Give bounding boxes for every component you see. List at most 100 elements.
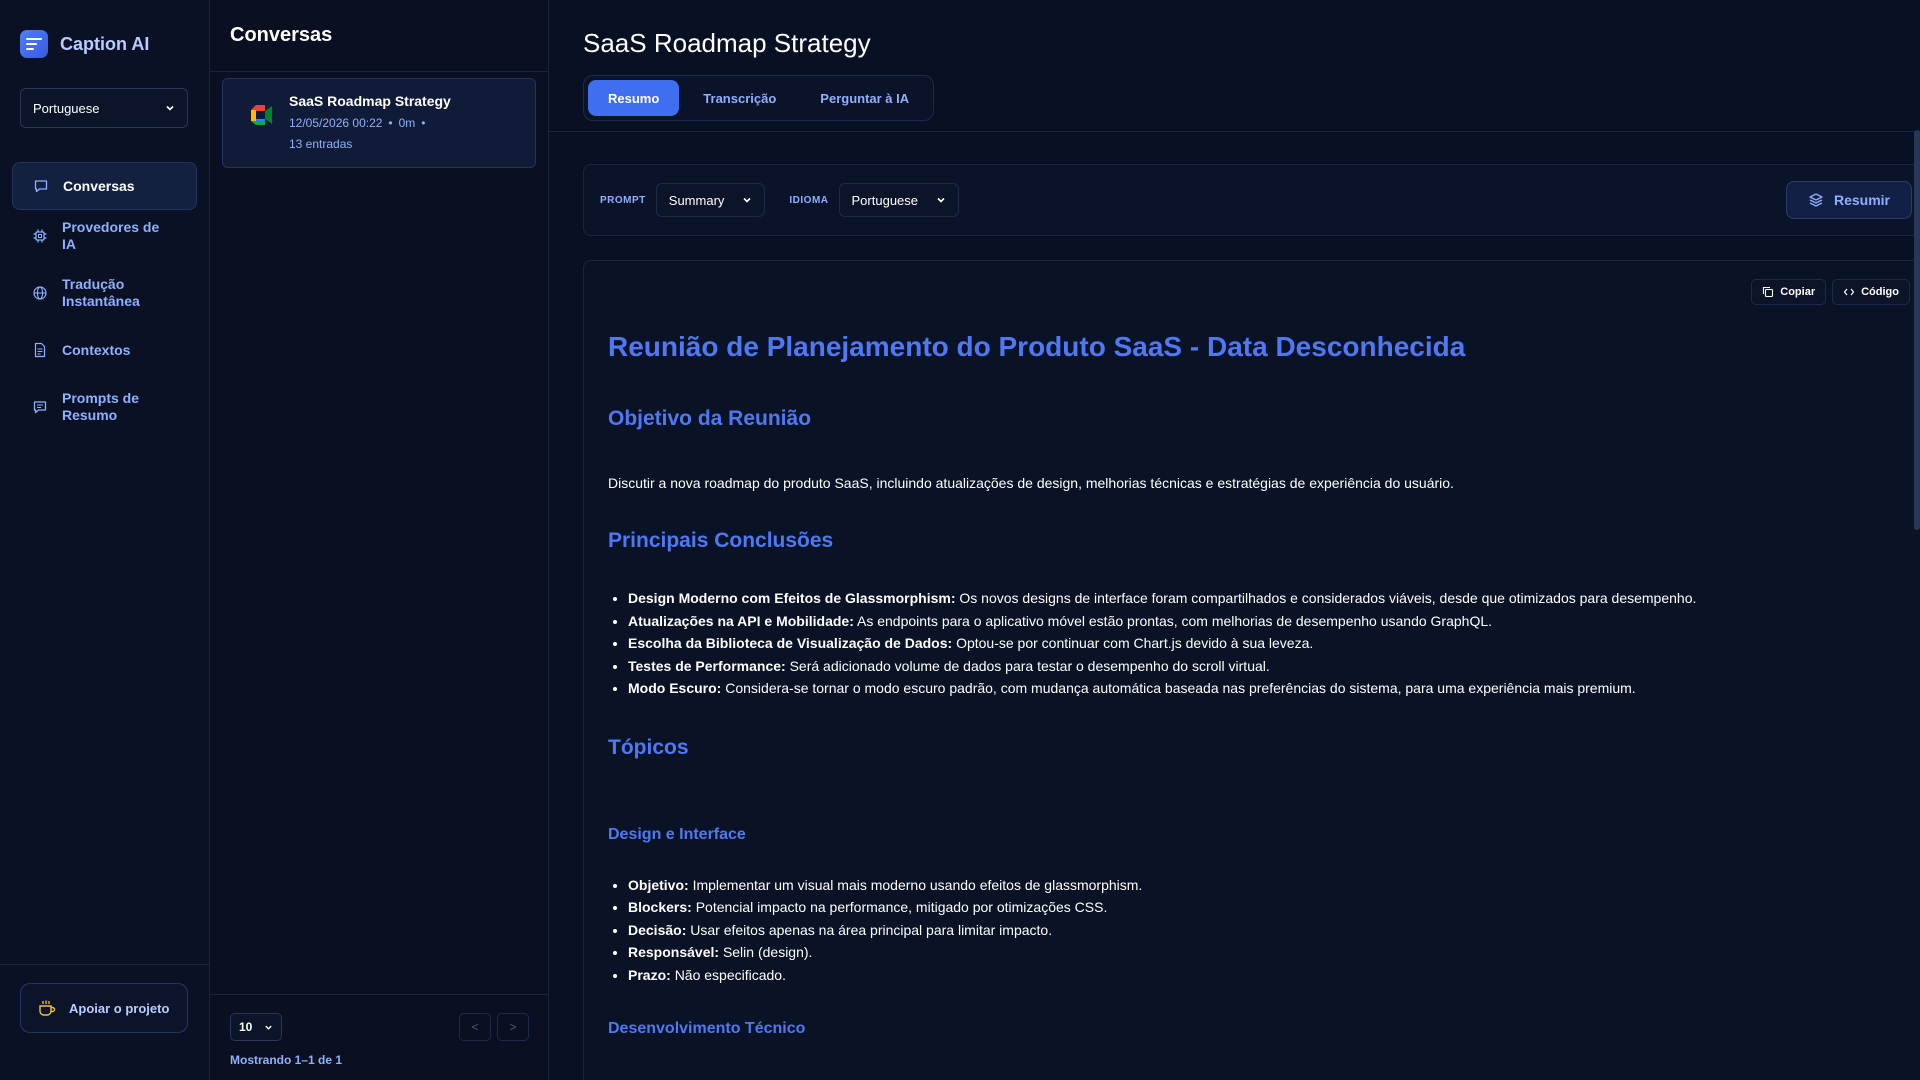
brand: Caption AI (0, 0, 209, 64)
document-actions: Copiar Código (1751, 279, 1910, 305)
chevron-down-icon (742, 195, 752, 205)
separator-dot: • (421, 116, 426, 130)
page-title: SaaS Roadmap Strategy (583, 28, 871, 58)
prompt-select[interactable]: Summary (655, 183, 766, 217)
list-item: Objetivo: Implementar um visual mais mod… (628, 874, 1904, 897)
sidebar-nav: Conversas Provedores de IA Tradução Inst… (0, 162, 209, 438)
sidebar-item-contextos[interactable]: Contextos (12, 326, 197, 374)
conversation-item-body: SaaS Roadmap Strategy 12/05/2026 00:22 • 0… (289, 93, 451, 167)
prompt-select-value: Summary (668, 192, 725, 208)
page-size-select[interactable]: 10 (230, 1013, 282, 1041)
conversation-list-title: Conversas (210, 0, 548, 72)
sidebar: Caption AI Portuguese Conversas Provedor… (0, 0, 210, 1080)
list-item-term: Prazo: (628, 966, 671, 983)
list-item-term: Atualizações na API e Mobilidade: (628, 612, 854, 629)
chevron-down-icon (165, 103, 175, 113)
language-select[interactable]: Portuguese (20, 88, 188, 128)
conclusions-list: Design Moderno com Efeitos de Glassmorph… (608, 587, 1904, 700)
layers-icon (1808, 192, 1824, 208)
prev-page-button[interactable]: < (459, 1013, 491, 1041)
tab-bar: Resumo Transcrição Perguntar à IA (583, 75, 935, 121)
list-item-term: Design Moderno com Efeitos de Glassmorph… (628, 590, 956, 606)
coffee-icon (37, 998, 57, 1018)
objective-text: Discutir a nova roadmap do produto SaaS,… (608, 475, 1454, 491)
tab-resumo[interactable]: Resumo (588, 80, 680, 116)
list-item-term: Escolha da Biblioteca de Visualização de… (628, 635, 953, 651)
document-icon (32, 342, 48, 358)
main-scrollbar[interactable] (1914, 130, 1920, 530)
code-button[interactable]: Código (1832, 279, 1910, 305)
conclusions-heading: Principais Conclusões (608, 529, 834, 552)
copy-button[interactable]: Copiar (1751, 279, 1827, 305)
pagination: < > (459, 1013, 529, 1041)
list-item-text: Não especificado. (674, 966, 786, 983)
sidebar-item-conversas[interactable]: Conversas (12, 162, 197, 210)
message-icon (32, 399, 48, 415)
list-item-text: Optou-se por continuar com Chart.js devi… (956, 635, 1314, 651)
support-label: Apoiar o projeto (69, 1000, 170, 1016)
caption-logo-icon (20, 30, 48, 58)
list-item-term: Modo Escuro: (628, 680, 722, 696)
globe-icon (32, 285, 48, 301)
document-title: Reunião de Planejamento do Produto SaaS … (608, 331, 1466, 362)
separator-dot: • (388, 116, 393, 130)
list-item-text: Selin (design). (722, 944, 813, 960)
list-item-text: Considera-se tornar o modo escuro padrão… (725, 680, 1636, 696)
list-item-term: Responsável: (628, 944, 720, 960)
copy-icon (1762, 286, 1774, 298)
conversation-entries: 13 entradas (289, 137, 353, 151)
tab-transcricao[interactable]: Transcrição (683, 80, 796, 116)
summary-language-select[interactable]: Portuguese (838, 183, 960, 217)
objective-heading: Objetivo da Reunião (608, 407, 812, 430)
chip-icon (32, 228, 48, 244)
summarize-label: Resumir (1833, 192, 1891, 208)
support-project-button[interactable]: Apoiar o projeto (20, 983, 188, 1033)
conversation-meta: 12/05/2026 00:22 • 0m • (289, 115, 451, 131)
chevron-down-icon (264, 1023, 273, 1032)
list-item-text: Potencial impacto na performance, mitiga… (695, 899, 1108, 915)
summary-toolbar: PROMPT Summary IDIOMA Portuguese Resumir (583, 164, 1920, 236)
summarize-button[interactable]: Resumir (1786, 181, 1912, 219)
code-label: Código (1861, 286, 1899, 298)
list-item: Prazo: Não especificado. (628, 964, 1904, 987)
code-icon (1843, 286, 1855, 298)
app-window: Caption AI Portuguese Conversas Provedor… (0, 0, 1920, 1080)
main-content: SaaS Roadmap Strategy Resumo Transcrição… (549, 0, 1920, 1080)
sidebar-item-provedores[interactable]: Provedores de IA (12, 212, 197, 260)
list-item-term: Decisão: (628, 921, 687, 938)
list-item-text: Os novos designs de interface foram comp… (959, 590, 1697, 606)
list-item: Blockers: Potencial impacto na performan… (628, 896, 1904, 919)
design-heading: Design e Interface (608, 825, 746, 843)
sidebar-item-label: Conversas (63, 177, 135, 194)
list-item-term: Objetivo: (628, 876, 689, 893)
list-item-text: Usar efeitos apenas na área principal pa… (690, 921, 1053, 938)
page-size-value: 10 (239, 1020, 253, 1034)
language-label: IDIOMA (789, 194, 829, 206)
design-list: Objetivo: Implementar um visual mais mod… (608, 874, 1904, 987)
sidebar-item-label: Tradução Instantânea (62, 276, 140, 309)
conversation-item[interactable]: SaaS Roadmap Strategy 12/05/2026 00:22 • 0… (222, 78, 536, 168)
prompt-label: PROMPT (600, 194, 646, 206)
chevron-down-icon (936, 195, 946, 205)
tab-perguntar-ia[interactable]: Perguntar à IA (800, 80, 929, 116)
list-item-text: As endpoints para o aplicativo móvel est… (856, 612, 1493, 629)
sidebar-item-prompts[interactable]: Prompts de Resumo (12, 376, 197, 438)
pagination-status: Mostrando 1–1 de 1 (230, 1053, 343, 1067)
sidebar-item-traducao[interactable]: Tradução Instantânea (12, 262, 197, 324)
list-item: Design Moderno com Efeitos de Glassmorph… (628, 587, 1904, 610)
list-item: Atualizações na API e Mobilidade: As end… (628, 610, 1904, 633)
list-item-term: Testes de Performance: (628, 657, 786, 674)
list-item-text: Será adicionado volume de dados para tes… (789, 657, 1270, 674)
sidebar-footer: Apoiar o projeto (0, 964, 210, 1080)
list-item: Decisão: Usar efeitos apenas na área pri… (628, 919, 1904, 942)
list-item: Responsável: Selin (design). (628, 941, 1904, 964)
chat-icon (33, 178, 49, 194)
conversation-duration: 0m (398, 116, 416, 130)
tech-heading: Desenvolvimento Técnico (608, 1020, 806, 1037)
list-item: Escolha da Biblioteca de Visualização de… (628, 632, 1904, 655)
next-page-button[interactable]: > (497, 1013, 529, 1041)
language-select-value: Portuguese (33, 100, 100, 116)
list-item: Modo Escuro: Considera-se tornar o modo … (628, 677, 1904, 700)
conversation-date: 12/05/2026 00:22 (289, 116, 383, 130)
list-item: Testes de Performance: Será adicionado v… (628, 655, 1904, 678)
